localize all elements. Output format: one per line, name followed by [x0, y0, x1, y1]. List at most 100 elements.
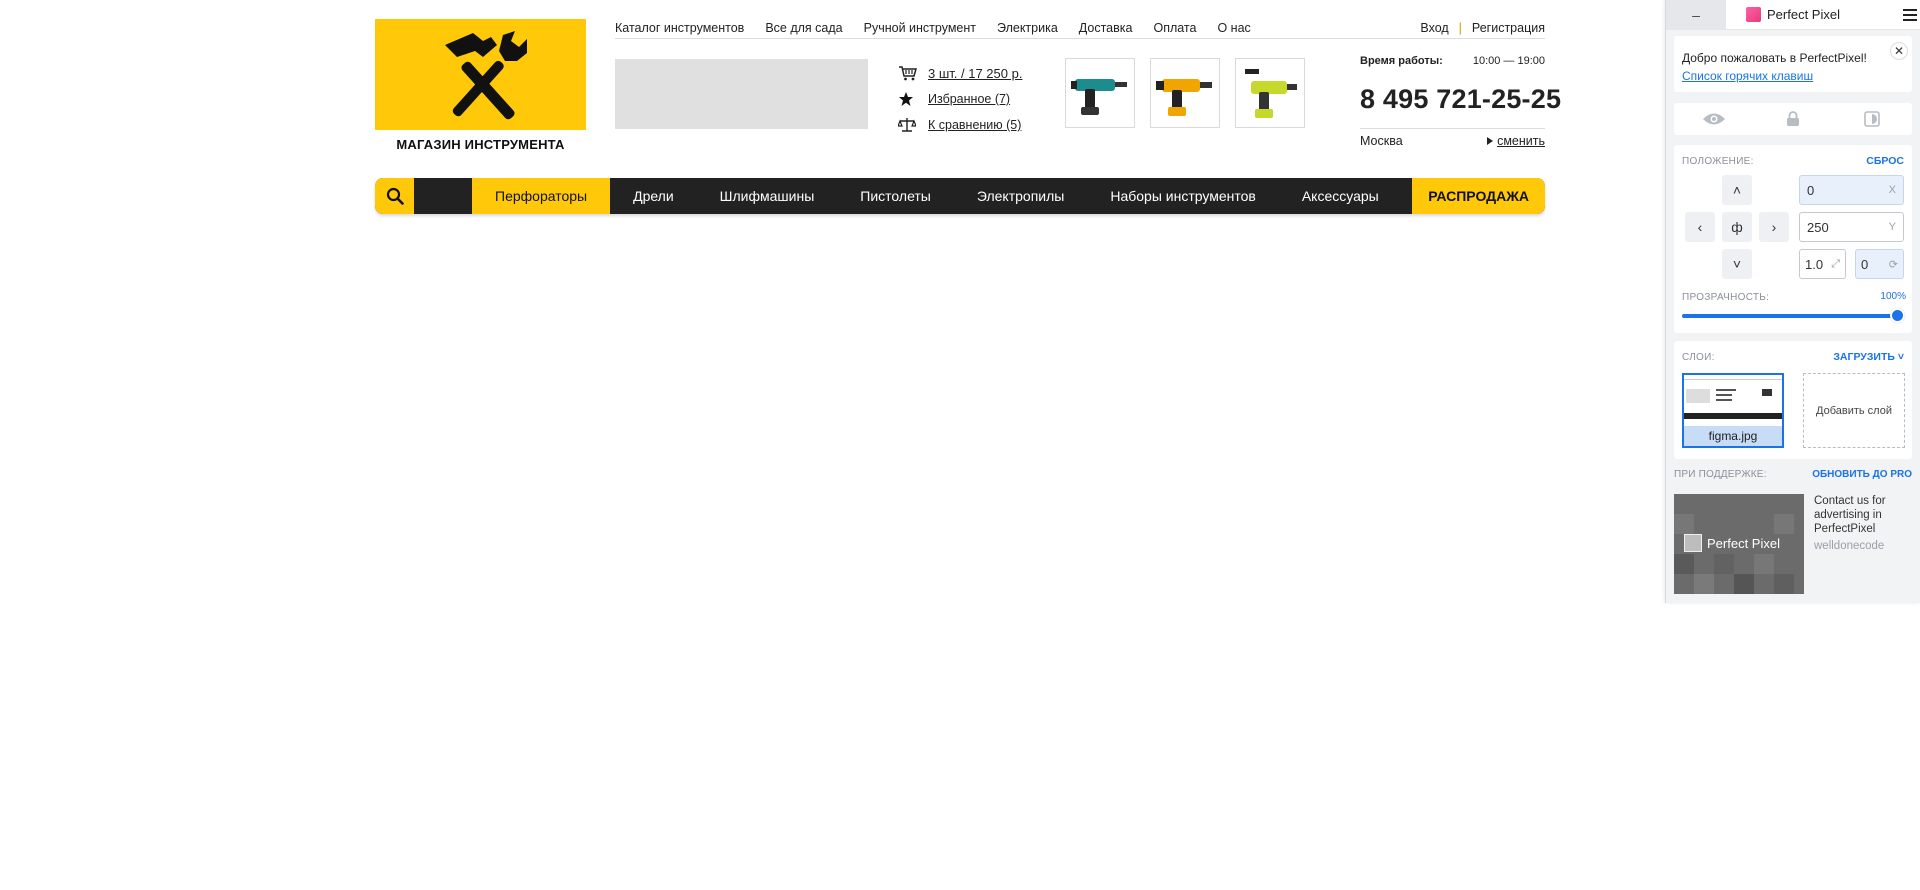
- product-thumb[interactable]: [1235, 58, 1305, 128]
- ad-info: Contact us for advertising in PerfectPix…: [1814, 494, 1914, 553]
- menu-item-accessories[interactable]: Аксессуары: [1279, 178, 1402, 214]
- menu-item-perforators[interactable]: Перфораторы: [472, 178, 611, 214]
- upgrade-link[interactable]: ОБНОВИТЬ ДО PRO: [1812, 469, 1912, 480]
- move-left-button[interactable]: ‹: [1685, 212, 1715, 242]
- drill-yellow-icon: [1156, 79, 1212, 116]
- compare-label[interactable]: К сравнению (5): [928, 118, 1021, 132]
- search-icon: [386, 187, 404, 205]
- upload-label: ЗАГРУЗИТЬ: [1833, 351, 1895, 363]
- top-nav-link[interactable]: Оплата: [1153, 21, 1196, 35]
- y-suffix: Y: [1888, 221, 1896, 233]
- top-nav-link[interactable]: Каталог инструментов: [615, 21, 744, 35]
- menu-item-drills[interactable]: Дрели: [610, 178, 697, 214]
- welcome-card: Добро пожаловать в PerfectPixel! Список …: [1674, 36, 1912, 92]
- worktime-label: Время работы:: [1360, 55, 1443, 67]
- upload-button[interactable]: ЗАГРУЗИТЬ ˅: [1833, 351, 1904, 363]
- top-nav-link[interactable]: Все для сада: [765, 21, 842, 35]
- move-down-button[interactable]: ˅: [1722, 249, 1752, 279]
- register-link[interactable]: Регистрация: [1472, 21, 1545, 35]
- rotate-icon: ⟳: [1888, 258, 1898, 271]
- center-glyph: ф: [1731, 219, 1743, 235]
- add-layer-button[interactable]: Добавить слой: [1803, 373, 1905, 448]
- position-card: ПОЛОЖЕНИЕ: СБРОС ˄ ‹ ф › ˅ 0 X 250 Y 1.0…: [1674, 145, 1912, 333]
- ad-brand[interactable]: welldonecode: [1814, 539, 1914, 553]
- user-links: 3 шт. / 17 250 р. Избранное (7) К сравне…: [898, 60, 1058, 138]
- opacity-label: ПРОЗРАЧНОСТЬ:: [1682, 292, 1770, 303]
- x-suffix: X: [1888, 184, 1896, 196]
- perfectpixel-panel: – Perfect Pixel Добро пожаловать в Perfe…: [1665, 0, 1920, 603]
- visibility-toggle[interactable]: [1674, 103, 1753, 135]
- product-thumb[interactable]: [1150, 58, 1220, 128]
- top-nav-link[interactable]: О нас: [1217, 21, 1250, 35]
- opacity-slider-track[interactable]: [1682, 314, 1905, 318]
- layer-preview: [1684, 375, 1782, 427]
- worktime: Время работы: 10:00 — 19:00: [1360, 55, 1545, 67]
- menu-item-saws[interactable]: Электропилы: [954, 178, 1087, 214]
- phone-number[interactable]: 8 495 721-25-25: [1360, 84, 1561, 115]
- hammer-wrench-icon: [444, 30, 527, 119]
- auth-separator: |: [1458, 21, 1462, 35]
- cart-link[interactable]: 3 шт. / 17 250 р.: [898, 60, 1058, 86]
- layer-name: figma.jpg: [1684, 426, 1782, 446]
- x-field[interactable]: 0 X: [1799, 175, 1904, 205]
- menu-item-guns[interactable]: Пистолеты: [837, 178, 954, 214]
- panel-title-text: Perfect Pixel: [1767, 7, 1840, 22]
- menu-item-grinders[interactable]: Шлифмашины: [697, 178, 838, 214]
- position-label: ПОЛОЖЕНИЕ:: [1682, 156, 1754, 167]
- menu-item-sale[interactable]: РАСПРОДАЖА: [1412, 178, 1545, 214]
- scale-field[interactable]: 1.0 ⤢: [1799, 249, 1846, 279]
- layers-card: СЛОИ: ЗАГРУЗИТЬ ˅ figma.jpg Добавить сло…: [1674, 341, 1912, 459]
- favorites-label[interactable]: Избранное (7): [928, 92, 1010, 106]
- city-row: Москва сменить: [1360, 134, 1545, 148]
- x-value: 0: [1807, 182, 1815, 198]
- compare-link[interactable]: К сравнению (5): [898, 112, 1058, 138]
- product-thumbnails: [1065, 58, 1305, 128]
- perfectpixel-logo-icon: [1684, 534, 1702, 552]
- minimize-button[interactable]: –: [1666, 0, 1726, 30]
- lock-icon: [1786, 111, 1799, 126]
- favorites-link[interactable]: Избранное (7): [898, 86, 1058, 112]
- menu-item-tool-sets[interactable]: Наборы инструментов: [1087, 178, 1279, 214]
- panel-title: Perfect Pixel: [1746, 7, 1840, 22]
- city-name: Москва: [1360, 134, 1403, 148]
- worktime-value: 10:00 — 19:00: [1472, 55, 1545, 67]
- layer-tools: [1674, 103, 1912, 135]
- ad-banner[interactable]: Perfect Pixel: [1674, 494, 1804, 594]
- search-placeholder-box[interactable]: [615, 59, 868, 129]
- invert-toggle[interactable]: [1833, 103, 1912, 135]
- move-right-button[interactable]: ›: [1759, 212, 1789, 242]
- move-up-button[interactable]: ˄: [1722, 175, 1752, 205]
- ad-logo: Perfect Pixel: [1684, 534, 1780, 552]
- rotation-field[interactable]: 0 ⟳: [1855, 249, 1904, 279]
- top-nav: Каталог инструментов Все для сада Ручной…: [615, 16, 1545, 40]
- reset-button[interactable]: СБРОС: [1866, 155, 1904, 167]
- chevron-down-icon: ˅: [1732, 256, 1742, 272]
- lock-toggle[interactable]: [1753, 103, 1832, 135]
- drill-green-icon: [1245, 69, 1297, 118]
- opacity-value: 100%: [1880, 291, 1906, 302]
- change-city-link[interactable]: сменить: [1497, 134, 1545, 148]
- layer-item[interactable]: figma.jpg: [1682, 373, 1784, 448]
- product-thumb[interactable]: [1065, 58, 1135, 128]
- opacity-slider-handle[interactable]: [1890, 308, 1905, 323]
- search-button[interactable]: [375, 178, 414, 214]
- hotkeys-link[interactable]: Список горячих клавиш: [1682, 69, 1904, 83]
- panel-header: – Perfect Pixel: [1666, 0, 1920, 30]
- top-nav-link[interactable]: Электрика: [997, 21, 1058, 35]
- invert-icon: [1864, 111, 1881, 127]
- y-value: 250: [1807, 219, 1829, 235]
- center-button[interactable]: ф: [1722, 212, 1752, 242]
- change-city[interactable]: сменить: [1487, 134, 1545, 148]
- login-link[interactable]: Вход: [1420, 21, 1448, 35]
- top-nav-link[interactable]: Ручной инструмент: [864, 21, 976, 35]
- logo[interactable]: [375, 19, 586, 130]
- divider: [615, 38, 1545, 39]
- cart-summary[interactable]: 3 шт. / 17 250 р.: [928, 66, 1022, 81]
- chevron-right-icon: ›: [1771, 219, 1777, 235]
- top-nav-link[interactable]: Доставка: [1079, 21, 1133, 35]
- triangle-right-icon: [1487, 137, 1494, 145]
- welcome-text: Добро пожаловать в PerfectPixel!: [1682, 51, 1867, 65]
- y-field[interactable]: 250 Y: [1799, 212, 1904, 242]
- close-icon[interactable]: ✕: [1890, 42, 1908, 60]
- menu-icon[interactable]: [1903, 8, 1917, 21]
